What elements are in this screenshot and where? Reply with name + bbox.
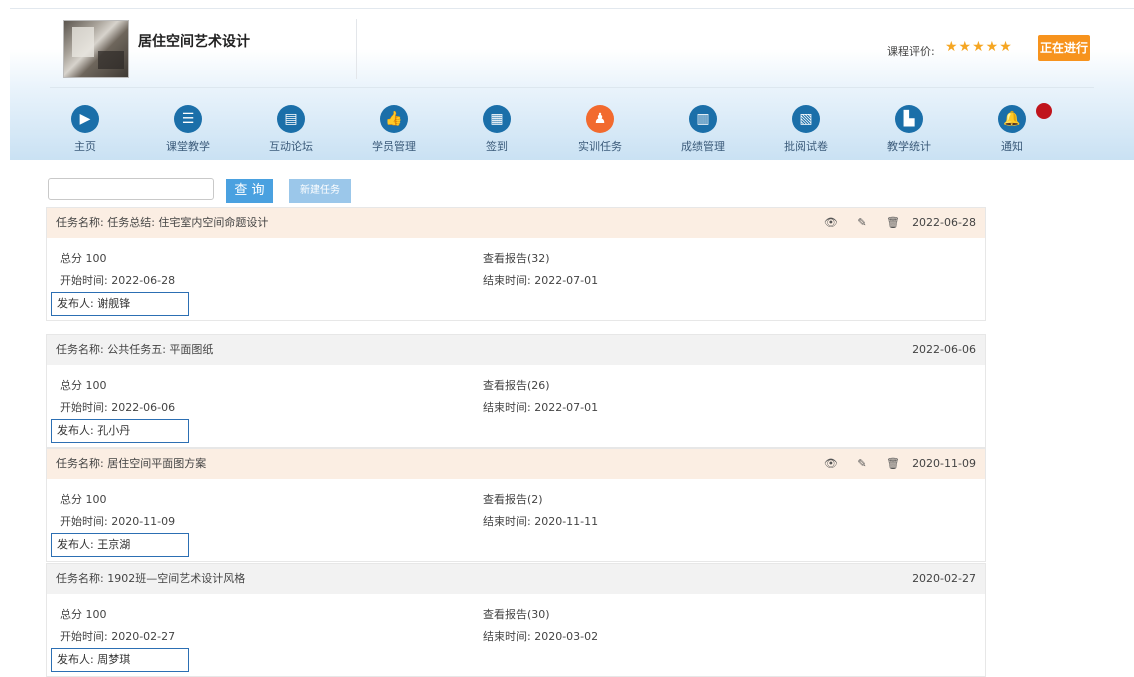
nav-label: 教学统计 xyxy=(887,140,931,153)
nav-item-classroom[interactable]: ☰ 课堂教学 xyxy=(143,105,233,154)
task-header: 任务名称: 1902班—空间艺术设计风格 2020-02-27 xyxy=(47,564,985,594)
grade-icon: ▥ xyxy=(689,105,717,133)
nav-label: 学员管理 xyxy=(372,140,416,153)
task-end-time: 结束时间: 2020-11-11 xyxy=(483,515,599,528)
nav-label: 实训任务 xyxy=(578,140,622,153)
task-start-time: 开始时间: 2022-06-28 xyxy=(60,274,176,287)
notification-badge xyxy=(1036,103,1052,119)
rating-label: 课程评价: xyxy=(887,45,935,58)
qrcode-icon: ▦ xyxy=(483,105,511,133)
task-score: 总分 100 xyxy=(60,252,107,265)
edit-icon[interactable]: ✎ xyxy=(857,208,866,238)
chart-icon: ▙ xyxy=(895,105,923,133)
task-card: 任务名称: 1902班—空间艺术设计风格 2020-02-27 总分 100 查… xyxy=(46,563,986,677)
task-name: 任务名称: 1902班—空间艺术设计风格 xyxy=(56,572,246,585)
nav-label: 互动论坛 xyxy=(269,140,313,153)
view-report-link[interactable]: 查看报告(26) xyxy=(483,377,550,393)
divider xyxy=(50,87,1094,88)
task-card: 任务名称: 公共任务五: 平面图纸 2022-06-06 总分 100 查看报告… xyxy=(46,334,986,448)
task-date: 2020-02-27 xyxy=(912,572,976,585)
nav-item-grades[interactable]: ▥ 成绩管理 xyxy=(658,105,748,154)
task-end-time: 结束时间: 2022-07-01 xyxy=(483,401,599,414)
nav-item-tasks[interactable]: ♟ 实训任务 xyxy=(555,105,645,154)
task-publisher: 发布人: 孔小丹 xyxy=(51,419,189,443)
task-name: 任务名称: 任务总结: 住宅室内空间命题设计 xyxy=(56,216,269,229)
task-name: 任务名称: 公共任务五: 平面图纸 xyxy=(56,343,214,356)
nav-item-exams[interactable]: ▧ 批阅试卷 xyxy=(761,105,851,154)
delete-icon[interactable]: 🗑 xyxy=(886,208,900,238)
nav-item-checkin[interactable]: ▦ 签到 xyxy=(452,105,542,154)
nav-item-forum[interactable]: ▤ 互动论坛 xyxy=(246,105,336,154)
task-header: 任务名称: 任务总结: 住宅室内空间命题设计 👁 ✎ 🗑 2022-06-28 xyxy=(47,208,985,238)
task-score: 总分 100 xyxy=(60,379,107,392)
nav-item-home[interactable]: ▶ 主页 xyxy=(40,105,130,154)
rating-stars: ★★★★★ xyxy=(945,39,1013,55)
task-start-time: 开始时间: 2020-02-27 xyxy=(60,630,176,643)
thumbs-up-icon: 👍 xyxy=(380,105,408,133)
task-start-time: 开始时间: 2020-11-09 xyxy=(60,515,176,528)
exam-icon: ▧ xyxy=(792,105,820,133)
home-icon: ▶ xyxy=(71,105,99,133)
edit-icon[interactable]: ✎ xyxy=(857,449,866,479)
new-task-button[interactable]: 新建任务 xyxy=(289,179,351,203)
task-card: 任务名称: 任务总结: 住宅室内空间命题设计 👁 ✎ 🗑 2022-06-28 … xyxy=(46,207,986,321)
view-icon[interactable]: 👁 xyxy=(824,449,838,479)
task-actions: 👁 ✎ 🗑 xyxy=(808,208,900,238)
task-name: 任务名称: 居住空间平面图方案 xyxy=(56,457,207,470)
course-header: 居住空间艺术设计 课程评价: ★★★★★ 正在进行 ▶ 主页 ☰ 课堂教学 ▤ … xyxy=(10,8,1134,160)
view-report-link[interactable]: 查看报告(2) xyxy=(483,491,543,507)
task-body: 总分 100 查看报告(32) 开始时间: 2022-06-28 结束时间: 2… xyxy=(47,238,985,320)
view-report-link[interactable]: 查看报告(32) xyxy=(483,250,550,266)
task-end-time: 结束时间: 2022-07-01 xyxy=(483,274,599,287)
task-header: 任务名称: 公共任务五: 平面图纸 2022-06-06 xyxy=(47,335,985,365)
bell-icon: 🔔 xyxy=(998,105,1026,133)
list-icon: ☰ xyxy=(174,105,202,133)
task-end-time: 结束时间: 2020-03-02 xyxy=(483,630,599,643)
task-date: 2022-06-28 xyxy=(912,216,976,229)
task-score: 总分 100 xyxy=(60,493,107,506)
main-nav: ▶ 主页 ☰ 课堂教学 ▤ 互动论坛 👍 学员管理 ▦ 签到 ♟ 实训任务 ▥ … xyxy=(40,105,1040,155)
task-date: 2020-11-09 xyxy=(912,457,976,470)
task-card: 任务名称: 居住空间平面图方案 👁 ✎ 🗑 2020-11-09 总分 100 … xyxy=(46,448,986,562)
task-start-time: 开始时间: 2022-06-06 xyxy=(60,401,176,414)
task-header: 任务名称: 居住空间平面图方案 👁 ✎ 🗑 2020-11-09 xyxy=(47,449,985,479)
task-publisher: 发布人: 王京湖 xyxy=(51,533,189,557)
view-report-link[interactable]: 查看报告(30) xyxy=(483,606,550,622)
task-date: 2022-06-06 xyxy=(912,343,976,356)
task-actions: 👁 ✎ 🗑 xyxy=(808,449,900,479)
task-body: 总分 100 查看报告(26) 开始时间: 2022-06-06 结束时间: 2… xyxy=(47,365,985,447)
nav-label: 主页 xyxy=(74,140,96,153)
user-task-icon: ♟ xyxy=(586,105,614,133)
forum-icon: ▤ xyxy=(277,105,305,133)
nav-item-stats[interactable]: ▙ 教学统计 xyxy=(864,105,954,154)
nav-label: 课堂教学 xyxy=(166,140,210,153)
task-body: 总分 100 查看报告(2) 开始时间: 2020-11-09 结束时间: 20… xyxy=(47,479,985,561)
search-input[interactable] xyxy=(48,178,214,200)
status-button[interactable]: 正在进行 xyxy=(1038,35,1090,61)
nav-item-students[interactable]: 👍 学员管理 xyxy=(349,105,439,154)
task-publisher: 发布人: 周梦琪 xyxy=(51,648,189,672)
nav-label: 签到 xyxy=(486,140,508,153)
page: 居住空间艺术设计 课程评价: ★★★★★ 正在进行 ▶ 主页 ☰ 课堂教学 ▤ … xyxy=(0,0,1134,677)
task-body: 总分 100 查看报告(30) 开始时间: 2020-02-27 结束时间: 2… xyxy=(47,594,985,676)
delete-icon[interactable]: 🗑 xyxy=(886,449,900,479)
course-thumbnail xyxy=(63,20,129,78)
search-button[interactable]: 查 询 xyxy=(226,179,273,203)
divider xyxy=(356,19,357,79)
task-score: 总分 100 xyxy=(60,608,107,621)
nav-label: 通知 xyxy=(1001,140,1023,153)
task-publisher: 发布人: 谢舰锋 xyxy=(51,292,189,316)
nav-label: 批阅试卷 xyxy=(784,140,828,153)
view-icon[interactable]: 👁 xyxy=(824,208,838,238)
nav-label: 成绩管理 xyxy=(681,140,725,153)
course-title: 居住空间艺术设计 xyxy=(138,34,250,50)
